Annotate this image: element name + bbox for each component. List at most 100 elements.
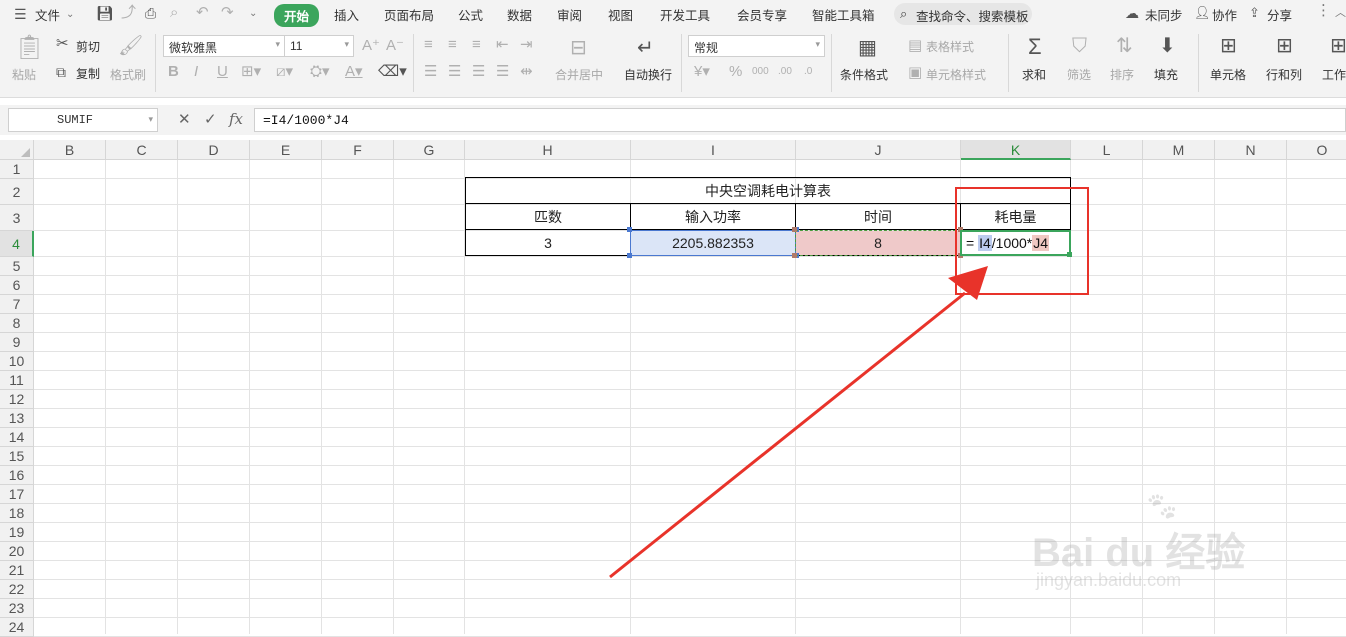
paste-button[interactable]: 粘贴 (12, 66, 36, 83)
share-button[interactable]: 分享 (1267, 5, 1292, 24)
justify-icon[interactable]: ☰ (496, 64, 509, 80)
filter-icon[interactable]: ⛉ (1072, 36, 1087, 56)
wrap-text-button[interactable]: 自动换行 (624, 66, 672, 83)
cancel-icon[interactable]: ✕ (178, 112, 191, 128)
tab-formulas[interactable]: 公式 (458, 5, 483, 24)
conditional-format-icon[interactable]: ▦ (858, 38, 877, 58)
sum-button[interactable]: 求和 (1022, 66, 1046, 83)
ribbon-divider (155, 34, 156, 92)
tab-view[interactable]: 视图 (608, 5, 633, 24)
increase-font-icon[interactable]: A⁺ (362, 38, 380, 54)
tab-insert[interactable]: 插入 (334, 5, 359, 24)
fill-color-icon[interactable]: ⛭▾ (310, 64, 330, 80)
align-right-icon[interactable]: ☰ (472, 64, 485, 80)
confirm-icon[interactable]: ✓ (204, 112, 217, 128)
decrease-font-icon[interactable]: A⁻ (386, 38, 404, 54)
tab-page-layout[interactable]: 页面布局 (384, 5, 434, 24)
table-style-icon[interactable]: ▤ (908, 38, 922, 54)
row-column-button[interactable]: 行和列 (1266, 66, 1302, 83)
tab-developer[interactable]: 开发工具 (660, 5, 710, 24)
bold-icon[interactable]: B (168, 64, 179, 80)
export-icon[interactable]: ⤴ (121, 5, 136, 21)
hamburger-menu-icon[interactable]: ☰ (14, 6, 27, 22)
italic-icon[interactable]: I (194, 64, 198, 80)
eraser-icon[interactable]: ⌫▾ (378, 64, 407, 80)
percent-icon[interactable]: % (729, 64, 742, 80)
ribbon-divider (1198, 34, 1199, 92)
copy-icon[interactable]: ⧉ (56, 64, 66, 80)
sort-icon[interactable]: ⇅ (1116, 36, 1133, 56)
more-options-icon[interactable]: ⋮ (1316, 3, 1331, 19)
paste-icon[interactable]: 📋︎ (14, 36, 44, 60)
merge-center-button[interactable]: 合并居中 (555, 66, 603, 83)
table-style-button[interactable]: 表格样式 (926, 38, 974, 55)
quick-access-dropdown-icon[interactable]: ⌄ (249, 6, 257, 22)
share-icon[interactable]: ⇪ (1249, 5, 1260, 21)
insert-function-icon[interactable]: fx (229, 111, 243, 127)
cloud-sync-icon[interactable]: ☁ (1125, 5, 1139, 21)
collaborate-button[interactable]: 协作 (1212, 5, 1237, 24)
row-column-icon[interactable]: ⊞ (1276, 36, 1293, 56)
decrease-decimal-icon[interactable]: .0 (804, 64, 812, 80)
collapse-ribbon-icon[interactable]: ︿ (1335, 5, 1346, 21)
paw-logo-icon: 🐾︎ (1144, 491, 1180, 522)
thousands-icon[interactable]: 000 (752, 64, 769, 80)
align-center-icon[interactable]: ☰ (448, 64, 461, 80)
name-box[interactable]: SUMIF ▾ (8, 108, 158, 132)
tab-review[interactable]: 审阅 (557, 5, 582, 24)
number-format-select[interactable]: 常规 ▾ (688, 35, 825, 57)
format-painter-icon[interactable]: 🖌︎ (118, 36, 143, 56)
sort-button[interactable]: 排序 (1110, 66, 1134, 83)
conditional-format-button[interactable]: 条件格式 (840, 66, 888, 83)
merge-center-icon[interactable]: ⊟ (570, 38, 587, 58)
fill-button[interactable]: 填充 (1154, 66, 1178, 83)
align-top-icon[interactable]: ≡ (424, 37, 433, 53)
filter-button[interactable]: 筛选 (1067, 66, 1091, 83)
print-icon[interactable]: ⎙ (145, 5, 156, 21)
sum-icon[interactable]: Σ (1028, 36, 1042, 58)
cell-icon[interactable]: ⊞ (1220, 36, 1237, 56)
save-icon[interactable]: 💾︎ (96, 5, 114, 21)
tab-member[interactable]: 会员专享 (737, 5, 787, 24)
watermark-url: jingyan.baidu.com (1036, 570, 1182, 590)
cell-fill-icon[interactable]: ⧄▾ (276, 64, 293, 80)
font-color-icon[interactable]: A▾ (345, 64, 363, 80)
tab-data[interactable]: 数据 (507, 5, 532, 24)
align-middle-icon[interactable]: ≡ (448, 37, 457, 53)
tab-home[interactable]: 开始 (274, 4, 320, 27)
align-bottom-icon[interactable]: ≡ (472, 37, 481, 53)
align-left-icon[interactable]: ☰ (424, 64, 437, 80)
indent-increase-icon[interactable]: ⇥ (520, 37, 533, 53)
collaborate-icon[interactable]: 👤︎ (1194, 5, 1211, 21)
cut-button[interactable]: 剪切 (76, 38, 100, 55)
file-menu[interactable]: 文件 (35, 5, 60, 24)
cell-style-button[interactable]: 单元格样式 (926, 66, 986, 83)
distribute-icon[interactable]: ⇹ (520, 64, 533, 80)
undo-icon[interactable]: ↶ (196, 5, 209, 21)
increase-decimal-icon[interactable]: .00 (778, 64, 792, 80)
tab-smart-toolbox[interactable]: 智能工具箱 (812, 5, 875, 24)
chevron-down-icon[interactable]: ⌄ (66, 7, 74, 23)
cell-style-icon[interactable]: ▣ (908, 65, 922, 81)
font-name-select[interactable]: 微软雅黑 ▾ (163, 35, 285, 57)
copy-button[interactable]: 复制 (76, 65, 100, 82)
formula-input[interactable]: =I4/1000*J4 (254, 108, 1346, 132)
cell-button[interactable]: 单元格 (1210, 66, 1246, 83)
worksheet-icon[interactable]: ⊞ (1330, 36, 1346, 56)
scissors-icon[interactable]: ✂ (56, 36, 69, 52)
redo-icon[interactable]: ↷ (221, 5, 234, 21)
chevron-down-icon: ▾ (344, 39, 349, 49)
format-painter-button[interactable]: 格式刷 (110, 66, 146, 83)
font-size-select[interactable]: 11 ▾ (284, 35, 354, 57)
print-preview-icon[interactable]: ⌕ (170, 5, 178, 21)
border-icon[interactable]: ⊞▾ (241, 64, 261, 80)
spreadsheet-grid[interactable]: BCDEFGHIJKLMNO 1 2 3 4 5 6 7 8 9 10 11 12 13 14 15 16 17… (0, 140, 1346, 637)
indent-decrease-icon[interactable]: ⇤ (496, 37, 509, 53)
worksheet-button[interactable]: 工作 (1322, 66, 1346, 83)
currency-icon[interactable]: ¥▾ (694, 64, 710, 80)
underline-icon[interactable]: U (217, 64, 228, 80)
command-search[interactable]: ⌕ 查找命令、搜索模板 (894, 3, 1032, 25)
fill-icon[interactable]: ⬇ (1159, 36, 1176, 56)
wrap-text-icon[interactable]: ↵ (637, 38, 654, 58)
sync-status[interactable]: 未同步 (1145, 5, 1183, 24)
